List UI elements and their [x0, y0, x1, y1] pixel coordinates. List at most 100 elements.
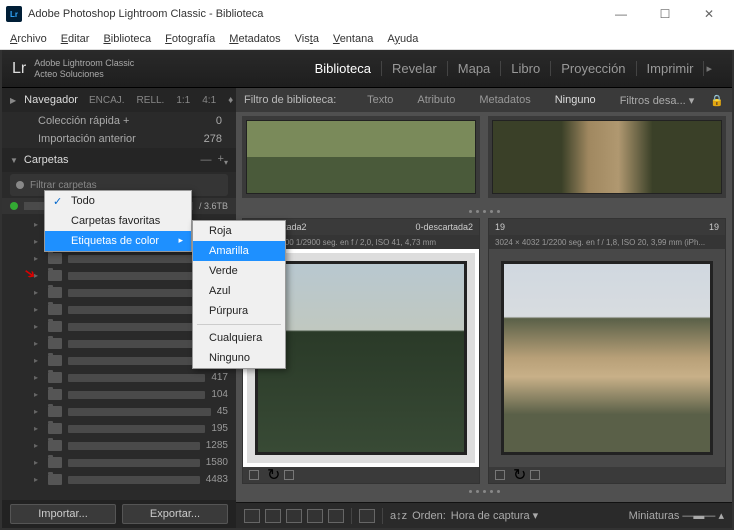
- brand-line2: Acteo Soluciones: [34, 69, 134, 80]
- photo-trail[interactable]: [489, 249, 725, 467]
- module-libro[interactable]: Libro: [501, 61, 551, 76]
- collapse-icon[interactable]: ▶: [10, 96, 16, 105]
- minimize-button[interactable]: —: [602, 4, 640, 24]
- module-proyeccion[interactable]: Proyección: [551, 61, 636, 76]
- label-icon[interactable]: [530, 470, 540, 480]
- folder-row[interactable]: ▸4483: [2, 471, 236, 488]
- folders-header[interactable]: ▼ Carpetas — +▾: [2, 148, 236, 172]
- folder-row[interactable]: ▸104: [2, 386, 236, 403]
- rotate-icon[interactable]: ↻: [513, 465, 526, 485]
- expand-icon[interactable]: ▸: [34, 322, 44, 331]
- sort-by-dropdown[interactable]: Hora de captura ▾: [451, 509, 538, 522]
- filter-tab-texto[interactable]: Texto: [359, 92, 401, 108]
- submenu-azul[interactable]: Azul: [193, 281, 285, 301]
- loupe-view-icon[interactable]: [265, 509, 281, 523]
- people-view-icon[interactable]: [328, 509, 344, 523]
- folder-row[interactable]: ▸ 1285: [2, 437, 236, 454]
- submenu-purpura[interactable]: Púrpura: [193, 301, 285, 321]
- folders-minus-icon[interactable]: —: [201, 154, 212, 166]
- close-button[interactable]: ✕: [690, 4, 728, 24]
- quick-collection-row[interactable]: Colección rápida + 0: [2, 112, 236, 130]
- module-biblioteca[interactable]: Biblioteca: [305, 61, 382, 76]
- brand-line1: Adobe Lightroom Classic: [34, 58, 134, 69]
- grid-cell-2[interactable]: 1919 3024 × 4032 1/2200 seg. en f / 1,8,…: [488, 218, 726, 484]
- expand-icon[interactable]: ▸: [34, 441, 44, 450]
- menu-biblioteca[interactable]: Biblioteca: [97, 31, 157, 47]
- navopt-fill[interactable]: RELL.: [134, 94, 168, 107]
- submenu-amarilla[interactable]: Amarilla: [193, 241, 285, 261]
- menu-archivo[interactable]: Archivo: [4, 31, 53, 47]
- expand-icon[interactable]: ▸: [34, 237, 44, 246]
- expand-icon[interactable]: ▸: [34, 305, 44, 314]
- collapse-folders-icon[interactable]: ▼: [10, 156, 18, 165]
- filter-lock-icon[interactable]: 🔒: [710, 94, 724, 107]
- navigator-header[interactable]: ▶ Navegador ENCAJ. RELL. 1:1 4:1 ♦: [2, 88, 236, 112]
- maximize-button[interactable]: ☐: [646, 4, 684, 24]
- thumb-small-1[interactable]: [242, 116, 480, 198]
- grid-view-icon[interactable]: [244, 509, 260, 523]
- submenu-cualquiera[interactable]: Cualquiera: [193, 328, 285, 348]
- submenu-roja[interactable]: Roja: [193, 221, 285, 241]
- menu-item-todo[interactable]: Todo: [45, 191, 191, 211]
- folder-row[interactable]: ▸45: [2, 403, 236, 420]
- expand-icon[interactable]: ▸: [34, 339, 44, 348]
- module-more-icon[interactable]: ▸: [704, 62, 722, 75]
- label-icon[interactable]: [284, 470, 294, 480]
- navopt-1to1[interactable]: 1:1: [173, 94, 193, 107]
- thumb-size-label[interactable]: Miniaturas —▬— ▴: [629, 509, 724, 522]
- export-button[interactable]: Exportar...: [122, 504, 228, 524]
- module-imprimir[interactable]: Imprimir: [637, 61, 705, 76]
- thumb-small-2[interactable]: [488, 116, 726, 198]
- folder-row[interactable]: ▸195: [2, 420, 236, 437]
- expand-icon[interactable]: ▸: [34, 356, 44, 365]
- filter-tab-atributo[interactable]: Atributo: [409, 92, 463, 108]
- expand-icon[interactable]: ▸: [34, 220, 44, 229]
- folder-count: 1285: [200, 440, 228, 451]
- expand-icon[interactable]: ▸: [34, 458, 44, 467]
- filter-tab-ninguno[interactable]: Ninguno: [547, 92, 604, 108]
- menu-item-favoritas[interactable]: Carpetas favoritas: [45, 211, 191, 231]
- navigator-title: Navegador: [24, 94, 78, 106]
- folder-icon: [48, 406, 62, 417]
- expand-icon[interactable]: ▸: [34, 424, 44, 433]
- menu-item-etiquetas[interactable]: Etiquetas de color: [45, 231, 191, 251]
- rotate-icon[interactable]: ↻: [267, 465, 280, 485]
- folder-icon: [48, 372, 62, 383]
- pager-dots: [242, 204, 726, 218]
- module-revelar[interactable]: Revelar: [382, 61, 448, 76]
- filter-tab-metadatos[interactable]: Metadatos: [471, 92, 538, 108]
- painter-icon[interactable]: [359, 509, 375, 523]
- expand-icon[interactable]: ▸: [34, 373, 44, 382]
- folder-row[interactable]: ▸417: [2, 369, 236, 386]
- folder-icon: [48, 304, 62, 315]
- folder-icon: [48, 355, 62, 366]
- expand-icon[interactable]: ▸: [34, 254, 44, 263]
- submenu-verde[interactable]: Verde: [193, 261, 285, 281]
- prev-import-row[interactable]: Importación anterior 278: [2, 130, 236, 148]
- menu-editar[interactable]: Editar: [55, 31, 96, 47]
- folders-plus-icon[interactable]: +▾: [218, 153, 228, 167]
- menu-vista[interactable]: Vista: [289, 31, 325, 47]
- expand-icon[interactable]: ▸: [34, 288, 44, 297]
- sort-dir-icon[interactable]: a↕z: [390, 510, 407, 522]
- menu-fotografia[interactable]: Fotografía: [159, 31, 221, 47]
- folder-name: [68, 442, 200, 450]
- submenu-ninguno[interactable]: Ninguno: [193, 348, 285, 368]
- menu-ventana[interactable]: Ventana: [327, 31, 379, 47]
- survey-view-icon[interactable]: [307, 509, 323, 523]
- menu-ayuda[interactable]: Ayuda: [381, 31, 424, 47]
- navopt-fit[interactable]: ENCAJ.: [86, 94, 128, 107]
- folder-row[interactable]: ▸1580: [2, 454, 236, 471]
- expand-icon[interactable]: ▸: [34, 475, 44, 484]
- menu-metadatos[interactable]: Metadatos: [223, 31, 286, 47]
- flag-icon[interactable]: [249, 470, 259, 480]
- filter-preset-dropdown[interactable]: Filtros desa... ▾: [612, 92, 703, 109]
- compare-view-icon[interactable]: [286, 509, 302, 523]
- expand-icon[interactable]: ▸: [34, 390, 44, 399]
- navopt-4to1[interactable]: 4:1: [199, 94, 219, 107]
- import-button[interactable]: Importar...: [10, 504, 116, 524]
- module-mapa[interactable]: Mapa: [448, 61, 502, 76]
- expand-icon[interactable]: ▸: [34, 407, 44, 416]
- navopt-menu-icon[interactable]: ♦: [225, 94, 236, 107]
- flag-icon[interactable]: [495, 470, 505, 480]
